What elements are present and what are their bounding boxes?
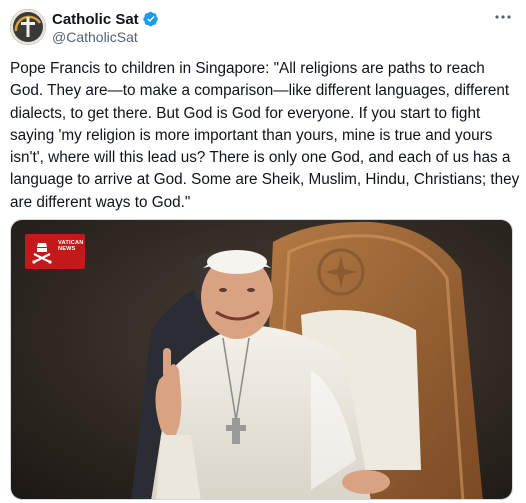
tweet-media-photo[interactable] xyxy=(10,219,513,500)
author-handle[interactable]: @CatholicSat xyxy=(52,29,138,45)
author-name-row: Catholic Sat xyxy=(52,10,159,28)
pope-francis-photo xyxy=(11,220,512,499)
vatican-news-watermark: VATICAN NEWS xyxy=(25,234,85,269)
more-options-button[interactable] xyxy=(492,8,514,26)
more-horizontal-icon xyxy=(495,15,511,19)
tweet-text: Pope Francis to children in Singapore: "… xyxy=(10,60,524,211)
author-avatar[interactable] xyxy=(10,9,46,45)
tweet-card: Catholic Sat @CatholicSat Pope Francis t… xyxy=(0,0,526,503)
catholic-sat-logo-icon xyxy=(10,9,46,45)
vatican-crest-icon xyxy=(32,243,52,264)
vatican-news-text: VATICAN NEWS xyxy=(58,240,84,253)
verified-badge-icon xyxy=(142,11,158,27)
author-display-name[interactable]: Catholic Sat xyxy=(52,11,139,28)
